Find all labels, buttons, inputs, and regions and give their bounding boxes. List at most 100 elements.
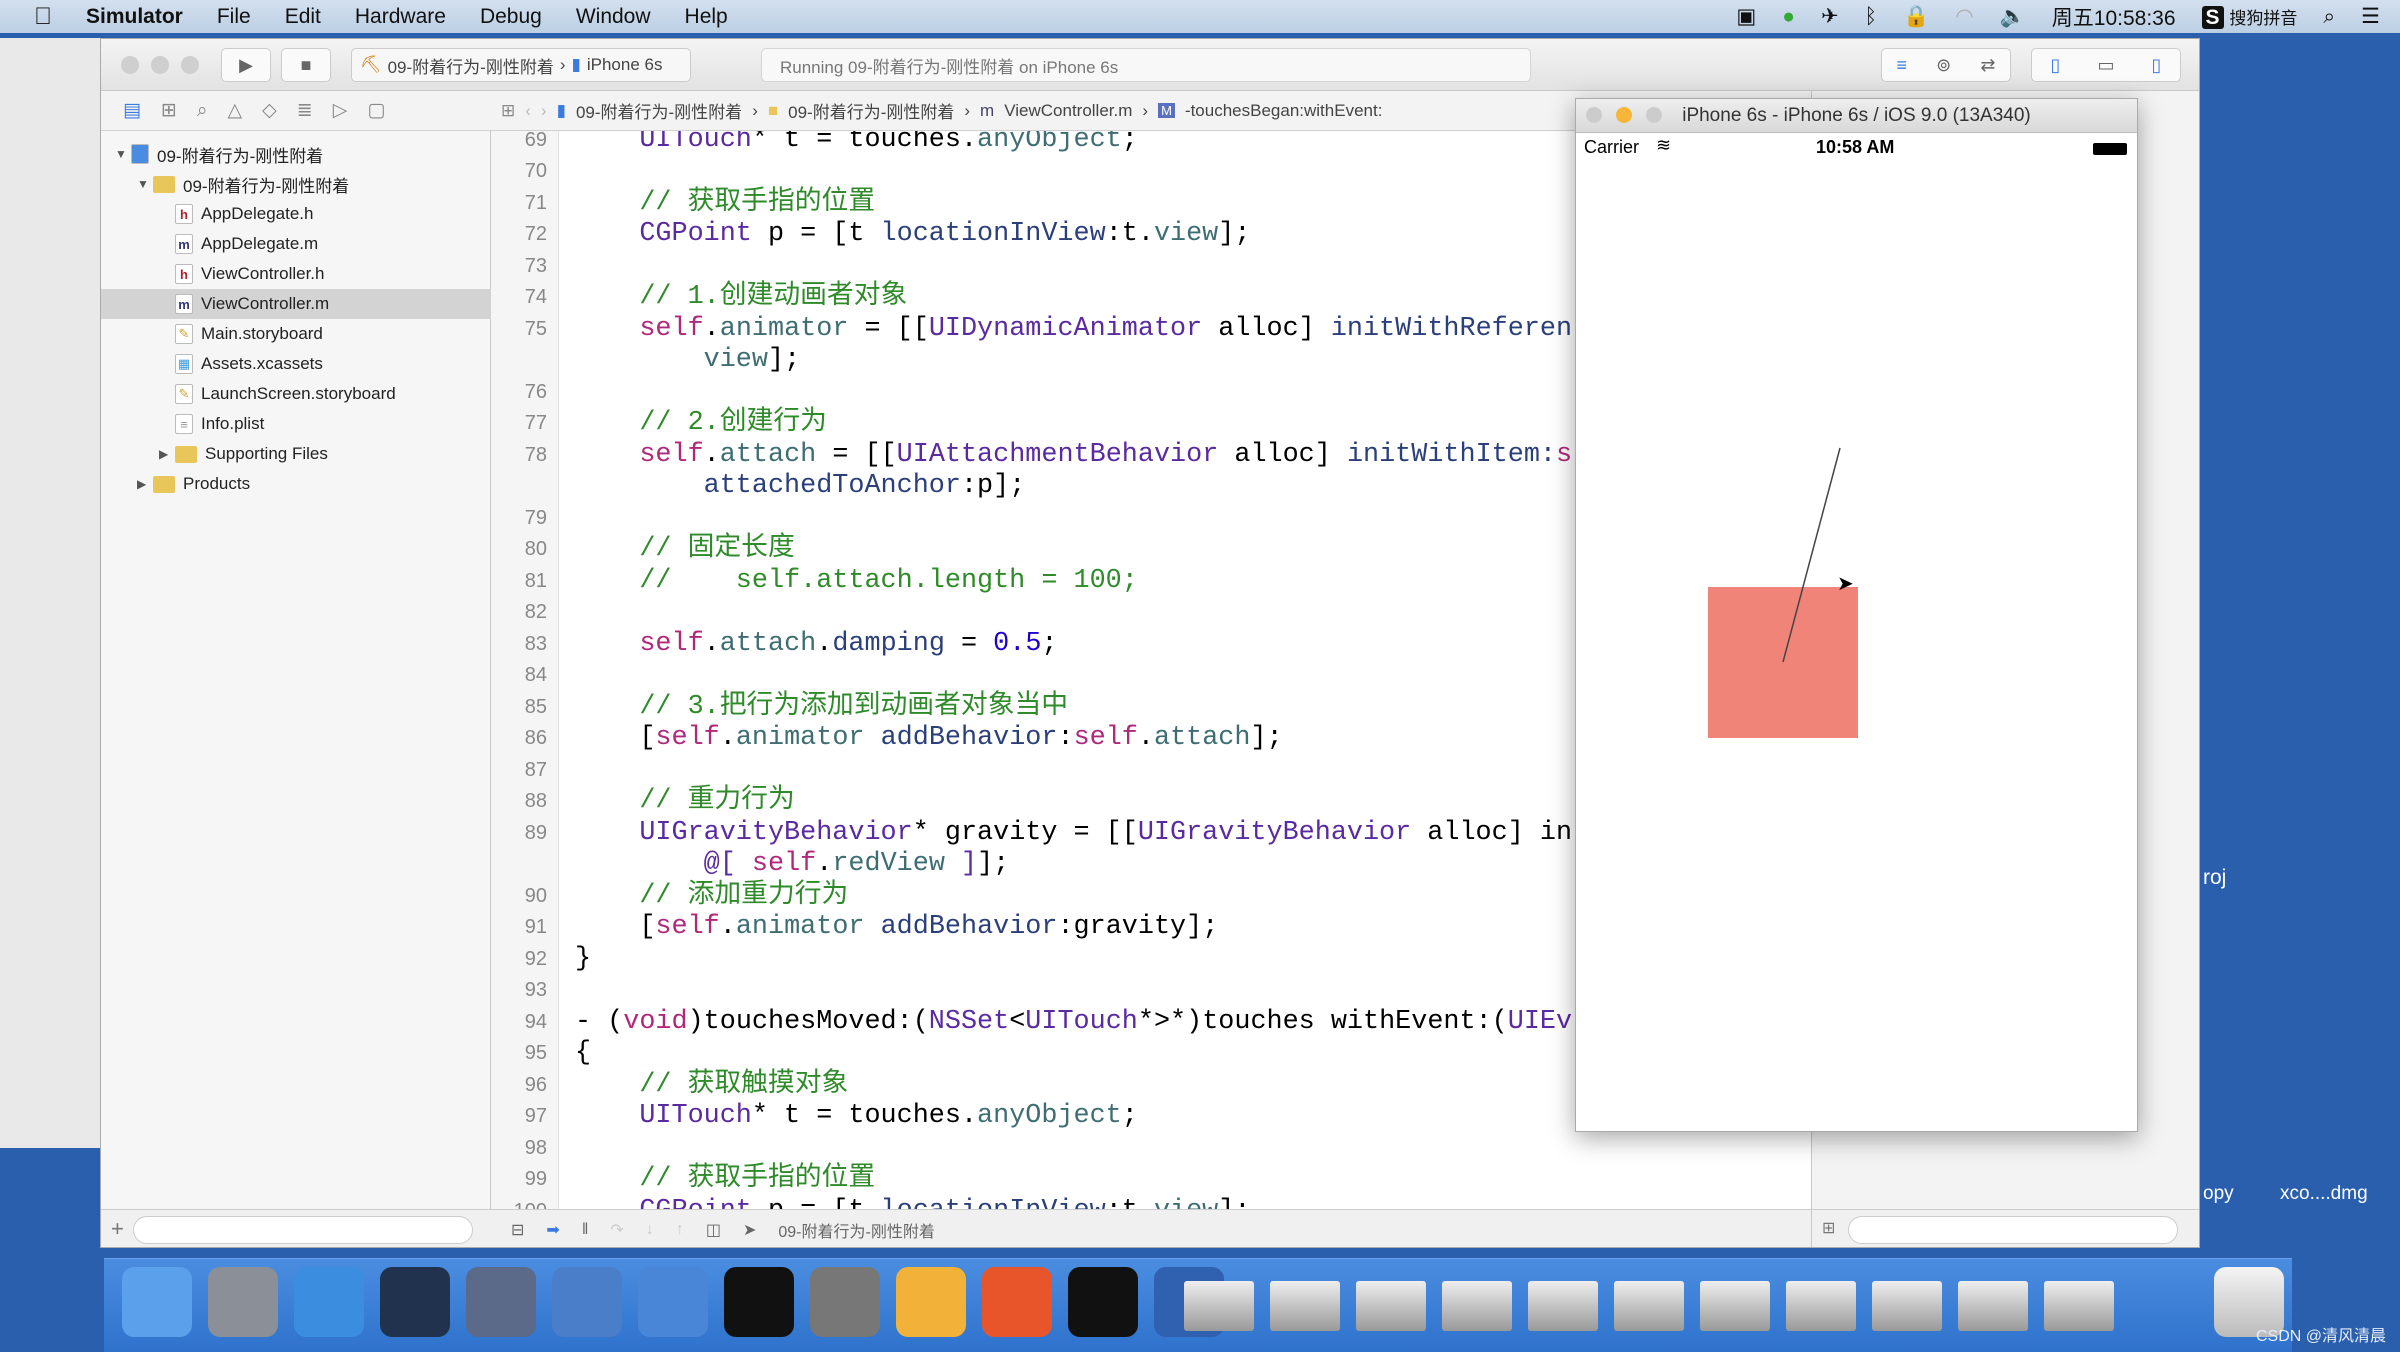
symbol-navigator-icon[interactable]: ⊞ [161,99,177,122]
jump-bar-group[interactable]: 09-附着行为-刚性附着 [788,98,954,123]
desktop-label[interactable]: roj [2203,866,2226,890]
dock-download-8-icon[interactable] [1786,1281,1856,1331]
xcode-icon[interactable] [552,1267,622,1337]
project-navigator-icon[interactable]: ▤ [123,99,141,122]
breakpoint-navigator-icon[interactable]: ▷ [333,99,348,122]
breakpoints-toggle-icon[interactable]: ➡ [546,1220,559,1240]
menu-debug[interactable]: Debug [480,5,542,29]
dock-download-11-icon[interactable] [2044,1281,2114,1331]
jump-bar-method[interactable]: -touchesBegan:withEvent: [1185,101,1383,121]
dock-download-7-icon[interactable] [1700,1281,1770,1331]
standard-editor-icon[interactable]: ≡ [1897,55,1908,76]
mouse-app-icon[interactable] [380,1267,450,1337]
code-token: [ [575,723,656,753]
debug-target[interactable]: 09-附着行为-刚性附着 [778,1218,934,1242]
add-icon[interactable]: + [111,1216,124,1242]
desktop-label[interactable]: opy [2203,1183,2234,1205]
grid-view-icon[interactable]: ⊞ [1822,1218,1835,1238]
menu-window[interactable]: Window [576,5,651,29]
back-button[interactable]: ‹ [525,101,531,121]
library-filter-input[interactable] [1848,1216,2178,1244]
system-preferences-icon[interactable] [810,1267,880,1337]
find-navigator-icon[interactable]: ⌕ [197,100,208,122]
menu-simulator[interactable]: Simulator [86,5,183,29]
green-status-icon[interactable]: ● [1782,5,1795,29]
step-over-icon[interactable]: ↷ [610,1220,623,1240]
close-button[interactable] [121,56,139,74]
line-number: 95 [524,1042,547,1064]
run-button[interactable]: ▶ [221,48,271,82]
forward-button[interactable]: › [541,101,547,121]
project-file-icon: ▮ [556,100,566,120]
version-editor-icon[interactable]: ⇄ [1980,55,1995,76]
report-navigator-icon[interactable]: ▢ [367,99,385,122]
finder-icon[interactable] [122,1267,192,1337]
spotlight-icon[interactable]: ⌕ [2323,5,2335,29]
dock-download-6-icon[interactable] [1614,1281,1684,1331]
location-icon[interactable]: ➤ [743,1220,756,1240]
navigator-filter-input[interactable] [133,1216,473,1244]
navigator-toggle-icon[interactable]: ▯ [2051,55,2061,76]
jump-bar-file[interactable]: ViewController.m [1004,101,1132,121]
jump-bar-project[interactable]: 09-附着行为-刚性附着 [576,98,742,123]
chevron-right-icon: › [559,55,566,74]
code-line: // 获取手指的位置 [575,1164,875,1196]
code-token: CGPoint [575,219,752,249]
desktop-label[interactable]: xco....dmg [2280,1183,2368,1205]
utilities-toggle-icon[interactable]: ▯ [2152,55,2162,76]
stop-button[interactable]: ■ [281,48,331,82]
dock-download-9-icon[interactable] [1872,1281,1942,1331]
test-navigator-icon[interactable]: ◇ [262,99,277,122]
scheme-selector[interactable]: ⛏ 09-附着行为-刚性附着 › ▮ iPhone 6s [351,48,691,82]
minimize-button[interactable] [151,56,169,74]
code-token: // 获取手指的位置 [575,187,876,218]
menu-help[interactable]: Help [685,5,728,29]
dock-download-3-icon[interactable] [1356,1281,1426,1331]
lock-icon[interactable]: 🔒 [1903,5,1929,29]
code-token: // 获取手指的位置 [575,1164,876,1194]
wifi-icon[interactable]: ◠ [1955,4,1973,29]
notification-center-icon[interactable]: ☰ [2361,4,2380,29]
menu-edit[interactable]: Edit [285,5,321,29]
assistant-editor-icon[interactable]: ⊚ [1936,55,1951,76]
dock-download-1-icon[interactable] [1184,1281,1254,1331]
debug-area-toggle-icon[interactable]: ▭ [2097,55,2114,76]
sketch-icon[interactable] [896,1267,966,1337]
step-out-icon[interactable]: ↑ [676,1221,684,1239]
input-method[interactable]: S 搜狗拼音 [2201,4,2297,30]
screen-record-icon[interactable]: ▣ [1736,4,1756,29]
volume-icon[interactable]: 🔈 [2000,5,2026,29]
step-into-icon[interactable]: ↓ [646,1221,654,1239]
line-number: 90 [524,884,547,907]
menu-hardware[interactable]: Hardware [355,5,446,29]
pause-icon[interactable]: ‖ [582,1221,589,1239]
launchpad-icon[interactable] [208,1267,278,1337]
code-line: // 2.创建行为 [575,408,827,440]
terminal-icon[interactable] [724,1267,794,1337]
dock-download-4-icon[interactable] [1442,1281,1512,1331]
code-line: // self.attach.length = 100; [575,566,1138,598]
code-line: // 获取触摸对象 [575,1070,848,1102]
dock-download-5-icon[interactable] [1528,1281,1598,1331]
safari-icon[interactable] [294,1267,364,1337]
dock-download-2-icon[interactable] [1270,1281,1340,1331]
hide-debug-area-icon[interactable]: ⊟ [511,1220,524,1240]
issue-navigator-icon[interactable]: △ [228,99,243,122]
console-icon[interactable] [1068,1267,1138,1337]
dock-download-10-icon[interactable] [1958,1281,2028,1331]
view-debugger-icon[interactable]: ◫ [706,1220,721,1240]
bluetooth-icon[interactable]: ᛒ [1865,5,1878,29]
line-number: 76 [524,380,547,403]
powerpoint-icon[interactable] [982,1267,1052,1337]
airplane-icon[interactable]: ✈ [1821,4,1839,29]
code-token: damping [832,628,945,659]
zoom-button[interactable] [181,56,199,74]
photo-slideshow-icon[interactable] [466,1267,536,1337]
related-items-icon[interactable]: ⊞ [501,101,515,121]
debug-navigator-icon[interactable]: ≣ [297,99,313,122]
menu-file[interactable]: File [217,5,251,29]
apple-icon[interactable]:  [34,3,52,31]
code-token: attach [719,628,817,659]
instruments-icon[interactable] [638,1267,708,1337]
clock[interactable]: 周五10:58:36 [2052,2,2176,32]
